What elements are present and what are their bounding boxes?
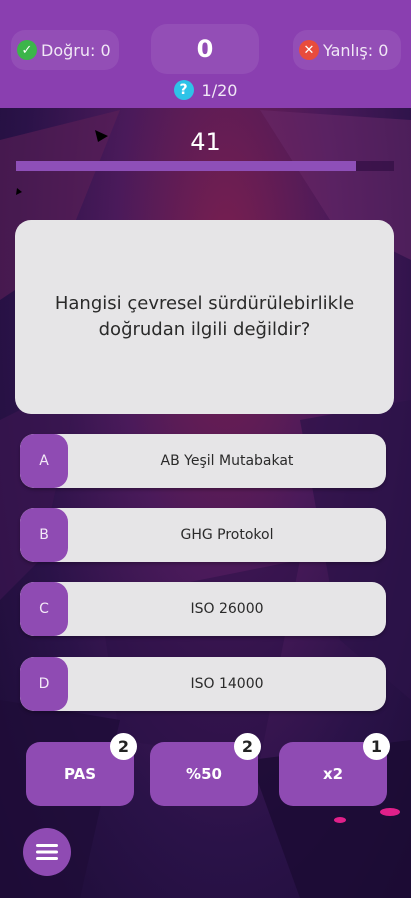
option-text: ISO 26000 xyxy=(190,601,264,617)
option-c[interactable]: C ISO 26000 xyxy=(20,582,386,636)
option-d[interactable]: D ISO 14000 xyxy=(20,657,386,711)
timer-progress-bar xyxy=(16,161,357,171)
menu-icon xyxy=(36,844,58,860)
wrong-label: Yanlış: 0 xyxy=(323,40,389,60)
question-icon: ? xyxy=(173,80,194,100)
score-display: 0 xyxy=(151,24,259,74)
check-icon: ✓ xyxy=(17,40,37,60)
double-joker-button[interactable]: x2 1 xyxy=(279,733,390,806)
pass-joker-button[interactable]: PAS 2 xyxy=(26,733,137,806)
option-letter: D xyxy=(20,657,68,711)
option-a[interactable]: A AB Yeşil Mutabakat xyxy=(20,434,386,488)
question-text: Hangisi çevresel sürdürülebirlikle doğru… xyxy=(54,293,355,340)
wrong-counter: ✕ Yanlış: 0 xyxy=(293,30,401,70)
score-value: 0 xyxy=(196,35,214,63)
option-letter: C xyxy=(20,582,68,636)
correct-label: Doğru: 0 xyxy=(41,40,111,60)
question-counter: ? 1/20 xyxy=(0,80,411,100)
pass-joker-label: PAS xyxy=(63,765,97,783)
option-b[interactable]: B GHG Protokol xyxy=(20,508,386,562)
menu-button[interactable] xyxy=(23,828,71,876)
fifty-joker-label: %50 xyxy=(186,765,222,783)
question-card: Hangisi çevresel sürdürülebirlikle doğru… xyxy=(15,220,394,414)
option-text: AB Yeşil Mutabakat xyxy=(160,453,294,469)
fifty-joker-button[interactable]: %50 2 xyxy=(150,733,261,806)
timer-value: 41 xyxy=(190,128,221,156)
pass-joker-count: 2 xyxy=(110,733,137,760)
correct-counter: ✓ Doğru: 0 xyxy=(11,30,119,70)
question-counter-label: 1/20 xyxy=(201,80,238,100)
option-text: GHG Protokol xyxy=(180,527,274,543)
double-joker-label: x2 xyxy=(322,765,344,783)
close-icon: ✕ xyxy=(299,40,319,60)
fifty-joker-count: 2 xyxy=(234,733,261,760)
option-text: ISO 14000 xyxy=(190,676,264,692)
option-letter: B xyxy=(20,508,68,562)
double-joker-count: 1 xyxy=(363,733,390,760)
option-letter: A xyxy=(20,434,68,488)
